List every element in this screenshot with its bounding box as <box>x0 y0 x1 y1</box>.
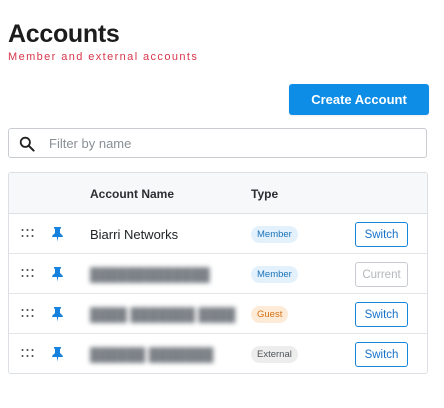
filter-field[interactable] <box>8 128 427 158</box>
page-title: Accounts <box>8 20 120 48</box>
filter-input[interactable] <box>49 133 409 153</box>
type-badge: Member <box>251 226 298 243</box>
pin-icon[interactable] <box>51 346 64 362</box>
drag-handle-icon[interactable] <box>21 308 34 318</box>
pin-icon[interactable] <box>51 266 64 282</box>
column-header-account-name: Account Name <box>90 187 175 201</box>
column-header-type: Type <box>251 187 279 201</box>
account-name-redacted: ████ ███████ ████ <box>90 307 236 322</box>
type-badge: Guest <box>251 306 289 323</box>
switch-button[interactable]: Switch <box>355 342 408 367</box>
drag-handle-icon[interactable] <box>21 348 34 358</box>
create-account-button[interactable]: Create Account <box>289 84 429 115</box>
table-row: Biarri Networks Member Switch <box>9 214 427 254</box>
table-row: █████████████ Member Current <box>9 254 427 294</box>
table-row: ██████ ███████ External Switch <box>9 334 427 373</box>
type-badge: Member <box>251 266 298 283</box>
current-button: Current <box>355 262 408 287</box>
switch-button[interactable]: Switch <box>355 222 408 247</box>
accounts-table: Account Name Type Biarri Networks Member… <box>8 172 428 374</box>
switch-button[interactable]: Switch <box>355 302 408 327</box>
table-row: ████ ███████ ████ Guest Switch <box>9 294 427 334</box>
type-badge: External <box>251 346 298 363</box>
drag-handle-icon[interactable] <box>21 268 34 278</box>
account-name: Biarri Networks <box>90 227 179 242</box>
pin-icon[interactable] <box>51 226 64 242</box>
page-subtitle: Member and external accounts <box>8 51 199 63</box>
drag-handle-icon[interactable] <box>21 228 34 238</box>
pin-icon[interactable] <box>51 306 64 322</box>
search-icon <box>19 136 35 152</box>
account-name-redacted: █████████████ <box>90 267 210 282</box>
account-name-redacted: ██████ ███████ <box>90 347 214 362</box>
table-header: Account Name Type <box>9 173 427 214</box>
